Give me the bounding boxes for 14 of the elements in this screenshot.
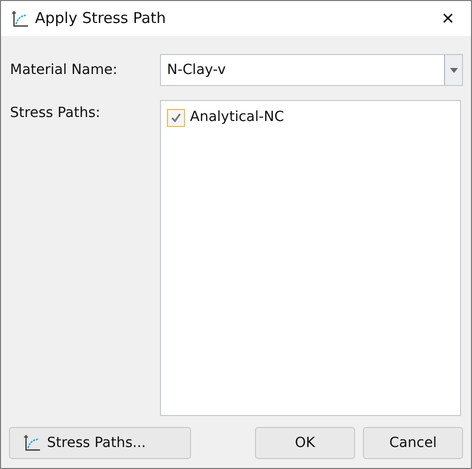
stress-path-item[interactable]: Analytical-NC: [190, 107, 284, 128]
chart-icon: [11, 10, 29, 28]
checkbox[interactable]: [167, 108, 185, 126]
window-title: Apply Stress Path: [35, 8, 166, 30]
dropdown-arrow-icon: [450, 68, 458, 72]
close-button[interactable]: ✕: [425, 1, 471, 36]
stress-paths-label: Stress Paths:: [9, 104, 102, 123]
checkmark-icon: [170, 112, 182, 124]
material-name-label: Material Name:: [9, 60, 118, 80]
stress-paths-button[interactable]: Stress Paths...: [9, 427, 191, 459]
material-dropdown[interactable]: N-Clay-v: [160, 54, 463, 86]
dialog-button[interactable]: Cancel: [363, 427, 463, 459]
chart-icon: [23, 434, 41, 452]
dialog-button[interactable]: OK: [255, 427, 355, 459]
